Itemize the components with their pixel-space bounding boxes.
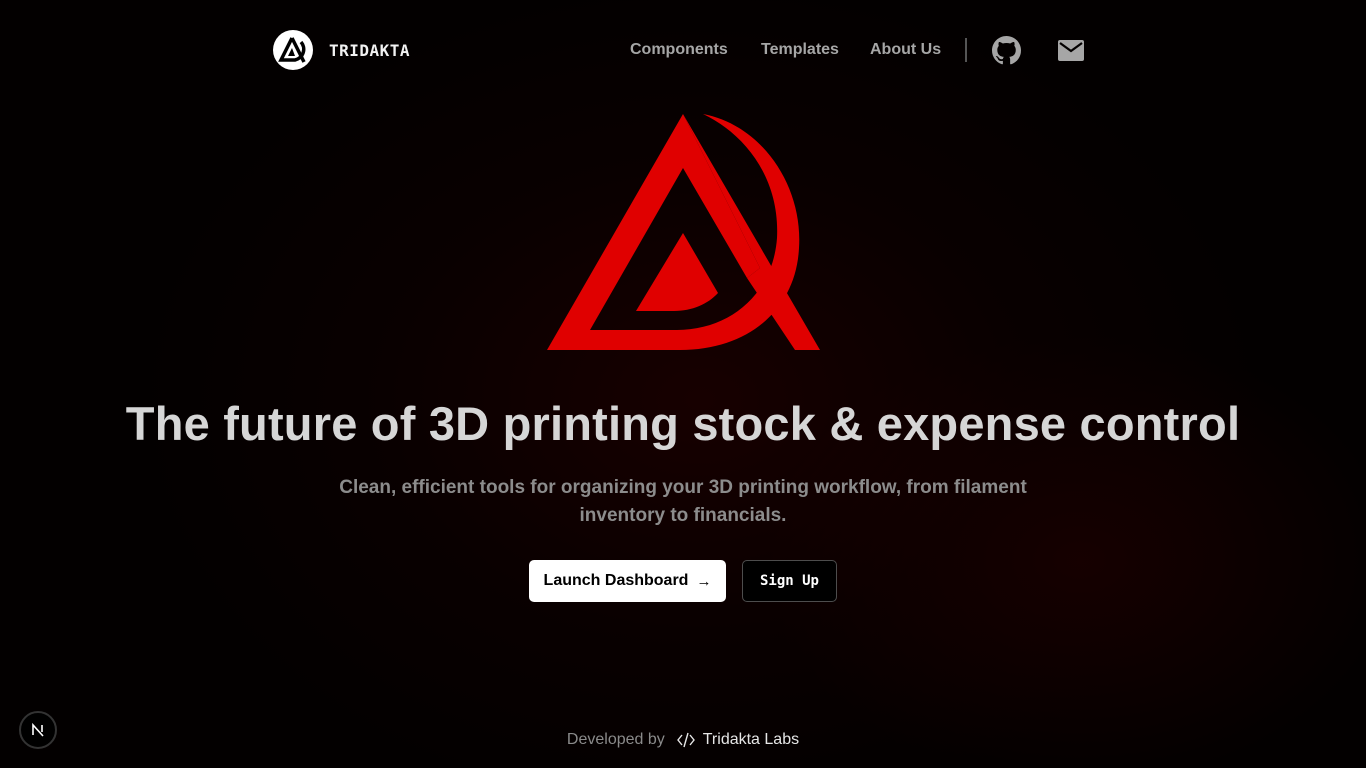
tridakta-logo-icon bbox=[540, 108, 830, 358]
tridakta-labs-link[interactable]: Tridakta Labs bbox=[703, 731, 799, 749]
landing-page: TRIDAKTA Components Templates About Us T… bbox=[0, 0, 1366, 768]
nav-components[interactable]: Components bbox=[630, 41, 728, 59]
nav-templates[interactable]: Templates bbox=[761, 41, 839, 59]
nextjs-dev-badge[interactable] bbox=[19, 711, 57, 749]
hero-subline: Clean, efficient tools for organizing yo… bbox=[339, 477, 1027, 526]
launch-dashboard-button[interactable]: Launch Dashboard → bbox=[529, 560, 726, 602]
launch-dashboard-label: Launch Dashboard bbox=[543, 572, 689, 589]
github-icon[interactable] bbox=[991, 35, 1021, 65]
sign-up-button[interactable]: Sign Up bbox=[742, 560, 837, 602]
mail-icon[interactable] bbox=[1057, 39, 1084, 61]
code-icon bbox=[676, 732, 695, 748]
brand[interactable]: TRIDAKTA bbox=[273, 30, 410, 70]
nav-divider bbox=[965, 38, 967, 62]
footer-prefix: Developed by bbox=[566, 731, 665, 748]
footer: Developed by Tridakta Labs bbox=[0, 731, 1366, 749]
brand-logo-icon bbox=[273, 30, 313, 70]
hero-headline: The future of 3D printing stock & expens… bbox=[125, 397, 1241, 450]
brand-name: TRIDAKTA bbox=[329, 40, 411, 60]
arrow-right-icon: → bbox=[696, 572, 712, 590]
nextjs-n-icon bbox=[32, 722, 44, 737]
nav-about-us[interactable]: About Us bbox=[870, 41, 941, 59]
